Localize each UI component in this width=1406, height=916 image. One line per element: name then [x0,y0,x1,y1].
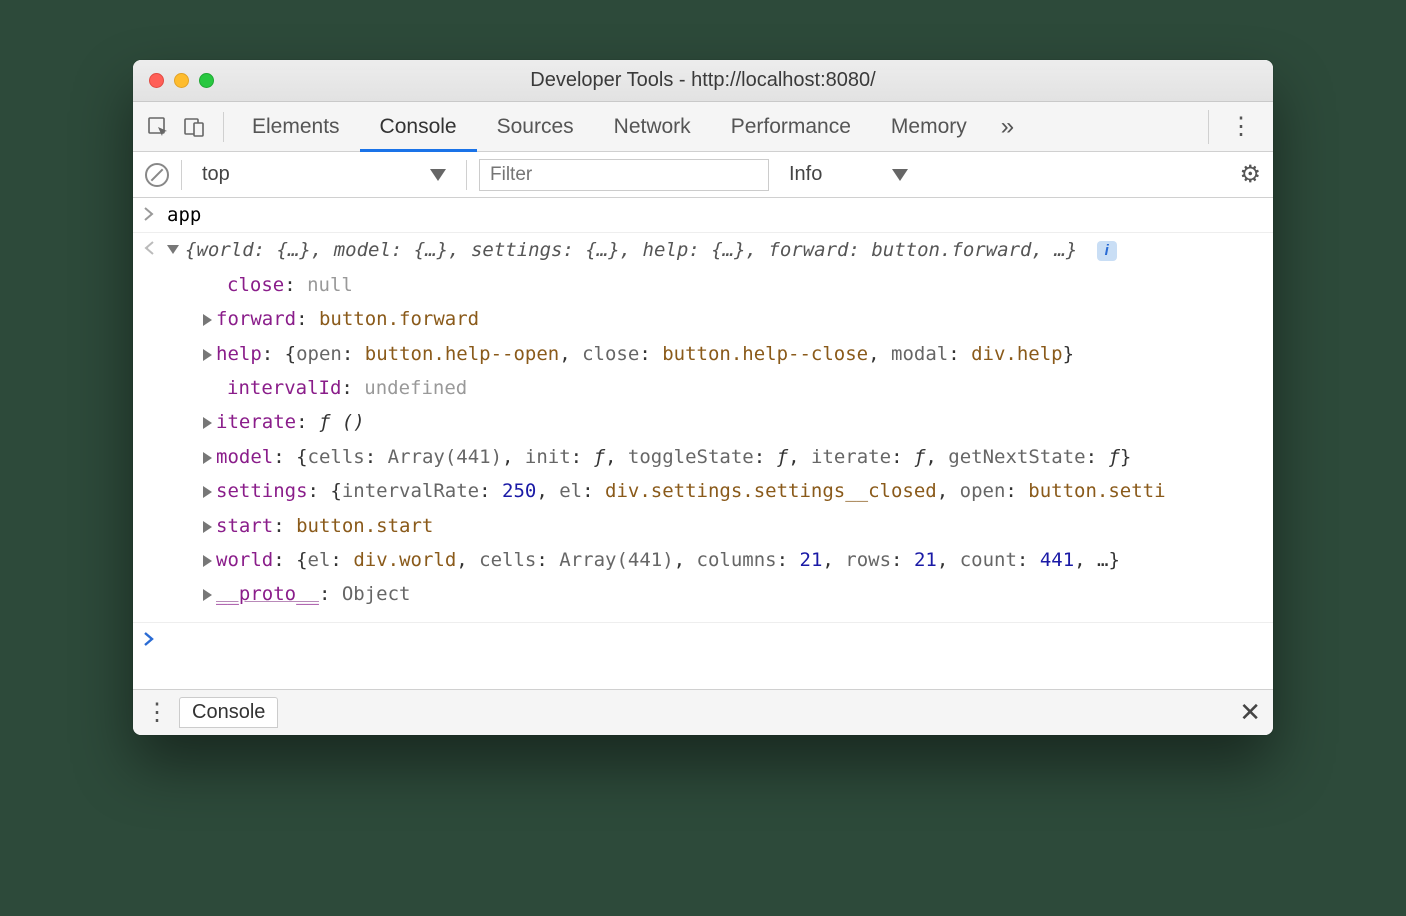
devtools-window: Developer Tools - http://localhost:8080/… [133,60,1273,735]
drawer: ⋮ Console ✕ [133,689,1273,735]
context-value: top [202,163,230,186]
disclosure-closed-icon[interactable] [203,349,212,361]
disclosure-open-icon[interactable] [167,245,179,254]
chevron-down-icon [892,169,908,181]
disclosure-closed-icon[interactable] [203,452,212,464]
window-title: Developer Tools - http://localhost:8080/ [133,69,1273,92]
prop-settings[interactable]: settings: {intervalRate: 250, el: div.se… [133,474,1273,508]
prop-help[interactable]: help: {open: button.help--open, close: b… [133,337,1273,371]
disclosure-closed-icon[interactable] [203,486,212,498]
prop-intervalid[interactable]: intervalId: undefined [133,371,1273,405]
disclosure-closed-icon[interactable] [203,314,212,326]
console-input-row[interactable]: app [133,198,1273,232]
separator [1208,110,1209,144]
separator [223,112,224,142]
chevron-down-icon [430,169,446,181]
console-result-row[interactable]: {world: {…}, model: {…}, settings: {…}, … [133,232,1273,267]
disclosure-closed-icon[interactable] [203,521,212,533]
console-input-text: app [167,200,1259,230]
log-level-select[interactable]: Info [781,163,916,186]
tab-performance[interactable]: Performance [711,102,871,152]
prop-proto[interactable]: __proto__: Object [133,577,1273,611]
settings-gear-icon[interactable]: ⚙ [1239,160,1261,189]
kebab-menu-icon[interactable]: ⋮ [1219,112,1263,141]
disclosure-closed-icon[interactable] [203,417,212,429]
prop-start[interactable]: start: button.start [133,509,1273,543]
disclosure-closed-icon[interactable] [203,589,212,601]
console-input-caret[interactable] [133,622,1273,649]
filter-input[interactable] [479,159,769,191]
result-prompt-icon [143,235,167,265]
more-tabs-button[interactable]: » [987,113,1028,141]
object-summary: {world: {…}, model: {…}, settings: {…}, … [167,235,1259,265]
tab-network[interactable]: Network [594,102,711,152]
input-prompt-icon [143,200,167,230]
tab-sources[interactable]: Sources [477,102,594,152]
prop-world[interactable]: world: {el: div.world, cells: Array(441)… [133,543,1273,577]
context-select[interactable]: top [194,163,454,186]
close-window-button[interactable] [149,73,164,88]
minimize-window-button[interactable] [174,73,189,88]
input-prompt-icon [143,625,167,647]
tab-memory[interactable]: Memory [871,102,987,152]
tab-elements[interactable]: Elements [232,102,360,152]
zoom-window-button[interactable] [199,73,214,88]
prop-iterate[interactable]: iterate: ƒ () [133,405,1273,439]
titlebar: Developer Tools - http://localhost:8080/ [133,60,1273,102]
separator [181,160,182,190]
tab-console[interactable]: Console [360,102,477,152]
drawer-kebab-icon[interactable]: ⋮ [145,698,179,727]
console-filterbar: top Info ⚙ [133,152,1273,198]
prop-forward[interactable]: forward: button.forward [133,302,1273,336]
info-badge-icon[interactable]: i [1097,241,1117,261]
separator [466,160,467,190]
prop-close[interactable]: close: null [133,268,1273,302]
prop-model[interactable]: model: {cells: Array(441), init: ƒ, togg… [133,440,1273,474]
level-value: Info [789,163,822,186]
device-toolbar-icon[interactable] [179,112,209,142]
clear-console-icon[interactable] [145,163,169,187]
inspect-element-icon[interactable] [143,112,173,142]
panel-tabbar: Elements Console Sources Network Perform… [133,102,1273,152]
disclosure-closed-icon[interactable] [203,555,212,567]
drawer-tab-console[interactable]: Console [179,697,278,728]
traffic-lights [133,73,214,88]
console-output: app {world: {…}, model: {…}, settings: {… [133,198,1273,689]
drawer-close-icon[interactable]: ✕ [1239,697,1261,728]
